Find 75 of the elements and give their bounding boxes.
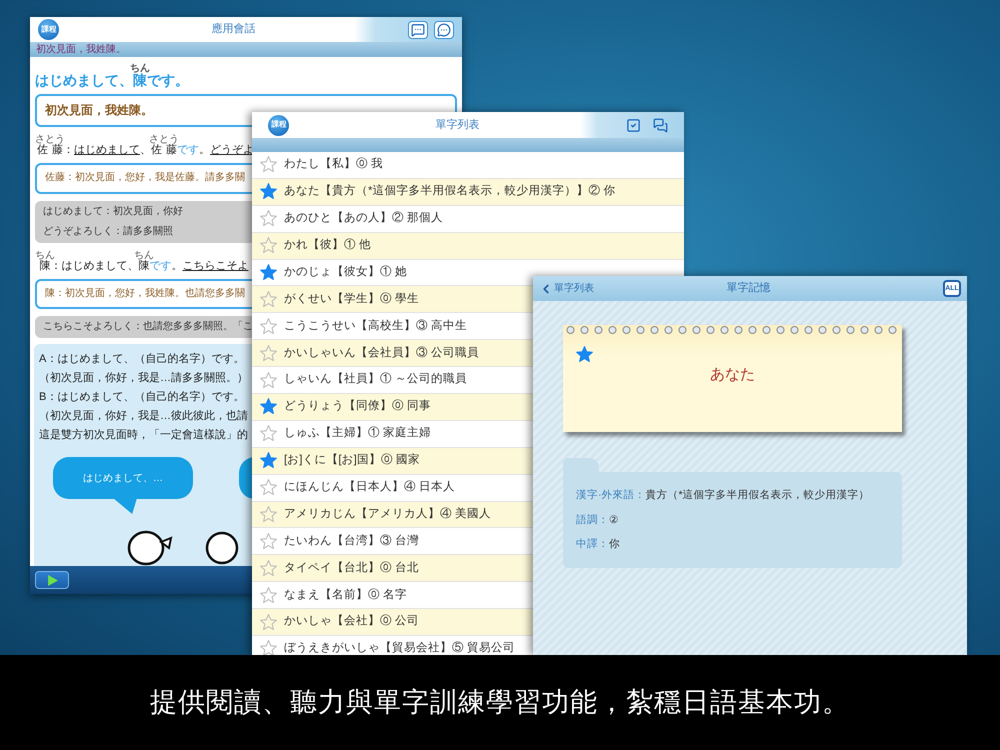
word-entry: なまえ【名前】⓪ 名字 <box>284 587 408 603</box>
translation-text: 佐藤：初次見面，您好，我是佐藤。請多多關 <box>45 172 245 184</box>
word-row[interactable]: あのひと【あの人】② 那個人 <box>252 206 684 233</box>
window-title: 單字記憶 <box>726 280 770 296</box>
play-button[interactable] <box>35 571 69 589</box>
dialogue-line: はじめまして、陳 ちん です。 <box>35 63 189 87</box>
detail-value: 你 <box>609 539 620 550</box>
detail-value: ② <box>609 514 619 525</box>
star-icon[interactable] <box>259 639 278 655</box>
word-row[interactable]: わたし【私】⓪ 我 <box>252 152 684 179</box>
word-row[interactable]: あなた【貴方（*這個字多半用假名表示，較少用漢字）】② 你 <box>252 178 684 206</box>
play-icon <box>46 574 58 586</box>
word-entry: かのじょ【彼女】① 她 <box>284 264 408 280</box>
flashcard-word: あなた <box>710 365 755 385</box>
lesson-subtitle: 初次見面，我姓陳。 <box>36 44 126 54</box>
speech-bubble-tail <box>113 498 137 514</box>
practice-text: A：はじめまして、（自己的名字）です。 <box>39 354 244 365</box>
practice-text: （初次見面，你好，我是…請多多關照。） <box>39 373 248 384</box>
star-icon[interactable] <box>259 397 278 416</box>
word-entry: たいわん【台湾】③ 台灣 <box>284 533 420 549</box>
translation-text: 陳：初次見面，您好，我姓陳。也請您多多關 <box>45 288 245 300</box>
star-icon[interactable] <box>259 532 278 551</box>
star-icon[interactable] <box>259 155 278 174</box>
star-icon[interactable] <box>259 424 278 444</box>
word-entry: アメリカじん【アメリカ人】④ 美國人 <box>284 506 492 522</box>
star-icon[interactable] <box>259 209 278 228</box>
word-entry: あなた【貴方（*這個字多半用假名表示，較少用漢字）】② 你 <box>284 183 616 200</box>
word-entry: どうりょう【同僚】⓪ 同事 <box>284 398 432 414</box>
dialogue-line: 佐藤 さとう ：はじめまして、佐藤 さとう です。どうぞよ <box>35 134 254 156</box>
star-icon[interactable] <box>259 612 278 632</box>
word-entry: かいしゃ【会社】⓪ 公司 <box>284 614 420 630</box>
window-title: 應用會話 <box>212 22 256 38</box>
word-row[interactable]: かれ【彼】① 他 <box>252 232 684 260</box>
star-icon[interactable] <box>259 316 278 336</box>
star-icon[interactable] <box>259 290 278 309</box>
star-icon[interactable] <box>259 558 278 578</box>
caption-text: 提供閱讀、聽力與單字訓練學習功能，紮穩日語基本功。 <box>150 686 850 720</box>
word-entry: [お]くに【[お]国】⓪ 國家 <box>284 452 420 468</box>
flashcard[interactable]: あなた <box>563 325 902 432</box>
star-icon[interactable] <box>259 451 278 470</box>
practice-text: B：はじめまして、（自己的名字）です。 <box>39 392 244 403</box>
chat-bubble-icon[interactable] <box>434 20 454 38</box>
word-entry: がくせい【学生】⓪ 學生 <box>284 292 420 307</box>
translation-text: 初次見面，我姓陳。 <box>45 103 153 118</box>
word-entry: かいしゃいん【会社員】③ 公司職員 <box>284 346 480 361</box>
word-entry: しゅふ【主婦】① 家庭主婦 <box>284 425 432 442</box>
word-entry: あのひと【あの人】② 那個人 <box>284 210 444 226</box>
detail-label: 中譯： <box>576 539 609 550</box>
word-entry: かれ【彼】① 他 <box>284 238 372 253</box>
chat-icon[interactable] <box>653 118 668 132</box>
detail-label: 漢字·外來語： <box>576 490 646 500</box>
checklist-icon[interactable] <box>626 118 641 132</box>
star-icon[interactable] <box>259 478 278 498</box>
window-title: 單字列表 <box>436 118 480 133</box>
star-icon[interactable] <box>259 370 278 390</box>
star-icon[interactable] <box>259 344 278 363</box>
note-text: どうぞよろしく：請多多關照 <box>43 226 173 236</box>
dialogue-line: 陳 ちん ：はじめまして、陳 ちん です。こちらこそよ <box>35 250 248 272</box>
word-entry: ぼうえきがいしゃ【貿易会社】⑤ 貿易公司 <box>284 640 516 655</box>
star-icon[interactable] <box>259 263 278 282</box>
practice-text: 這是雙方初次見面時，「一定會這樣說」的 <box>39 430 248 441</box>
practice-text: （初次見面，你好，我是…彼此彼此，也請 <box>39 411 248 422</box>
note-text: こちらこそよろしく：也請您多多多關照。「こ <box>43 322 253 332</box>
word-entry: にほんじん【日本人】④ 日本人 <box>284 480 456 495</box>
word-entry: わたし【私】⓪ 我 <box>284 156 384 172</box>
star-icon[interactable] <box>259 505 278 524</box>
star-icon[interactable] <box>575 345 594 364</box>
star-icon[interactable] <box>259 236 278 256</box>
star-icon[interactable] <box>259 182 278 202</box>
star-icon[interactable] <box>259 586 278 605</box>
word-entry: タイペイ【台北】⓪ 台北 <box>284 560 420 576</box>
note-text: はじめまして：初次見面，你好 <box>43 206 183 216</box>
detail-label: 語調： <box>576 514 609 525</box>
word-entry: こうこうせい【高校生】③ 高中生 <box>284 318 468 334</box>
word-entry: しゃいん【社員】① ～公司的職員 <box>284 372 468 388</box>
